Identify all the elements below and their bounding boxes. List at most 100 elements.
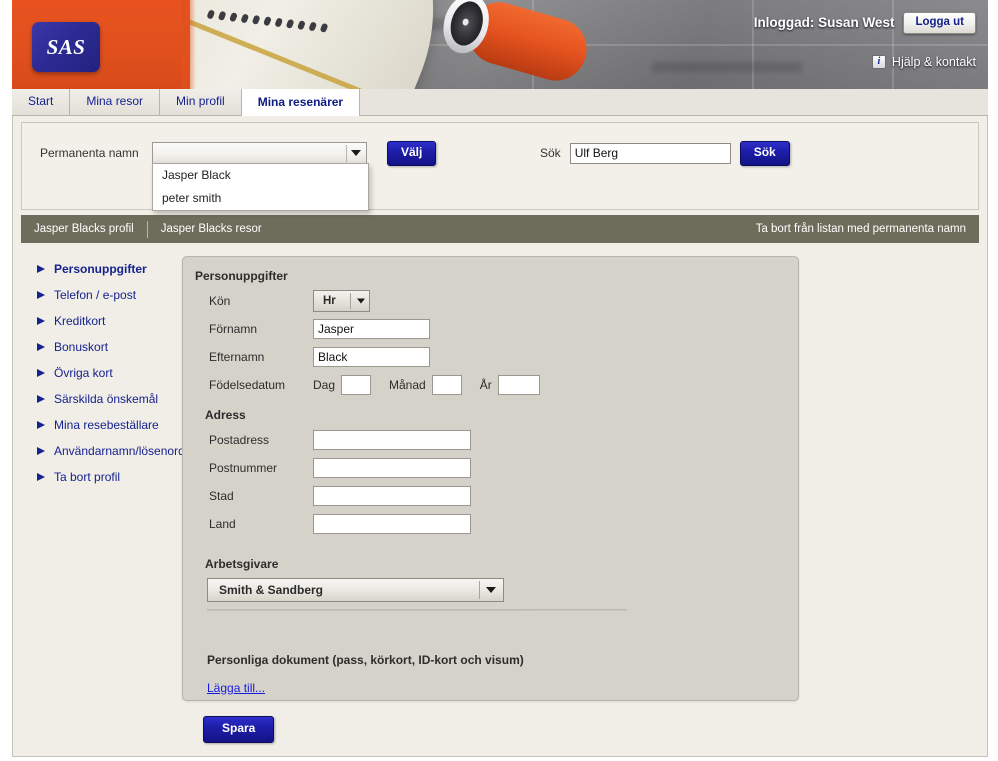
section-title-adress: Adress xyxy=(205,408,246,422)
permanent-names-label: Permanenta namn xyxy=(40,146,139,161)
arrow-right-icon xyxy=(37,395,45,403)
logout-button[interactable]: Logga ut xyxy=(903,12,976,34)
permanent-names-select[interactable] xyxy=(152,141,367,165)
dob-year-label: År xyxy=(479,378,492,392)
header-banner: SAS Inloggad: Susan West Logga ut i Hjäl… xyxy=(12,0,988,89)
dropdown-option-jasper-black[interactable]: Jasper Black xyxy=(153,164,368,187)
firstname-label: Förnamn xyxy=(209,322,258,336)
field-row-street: Postadress xyxy=(209,429,798,451)
chevron-down-icon xyxy=(486,587,496,593)
sidebar-item-label: Personuppgifter xyxy=(54,262,147,276)
lastname-input[interactable] xyxy=(313,347,430,367)
sidebar-item-label: Användarnamn/lösenord xyxy=(54,444,185,458)
sidebar-item-bonuskort[interactable]: Bonuskort xyxy=(25,334,185,360)
gender-value: Hr xyxy=(323,295,336,307)
help-contact-link[interactable]: i Hjälp & kontakt xyxy=(871,55,976,69)
dob-day-label: Dag xyxy=(313,378,336,392)
sidebar-item-anvandarnamn-losenord[interactable]: Användarnamn/lösenord xyxy=(25,438,185,464)
sidebar-item-kreditkort[interactable]: Kreditkort xyxy=(25,308,185,334)
arrow-right-icon xyxy=(37,265,45,273)
gender-select[interactable]: Hr xyxy=(313,290,370,312)
info-icon: i xyxy=(871,55,886,69)
sidebar-item-label: Mina resebeställare xyxy=(54,418,159,432)
field-row-lastname: Efternamn xyxy=(209,346,798,368)
permanent-names-dropdown[interactable]: Jasper Black peter smith xyxy=(152,163,369,211)
firstname-input[interactable] xyxy=(313,319,430,339)
field-row-firstname: Förnamn xyxy=(209,318,798,340)
employer-select[interactable]: Smith & Sandberg xyxy=(207,578,504,602)
remove-from-permanent-list-link[interactable]: Ta bort från listan med permanenta namn xyxy=(756,223,979,235)
country-input[interactable] xyxy=(313,514,471,534)
combo-separator xyxy=(350,293,351,309)
employer-value: Smith & Sandberg xyxy=(219,583,324,597)
field-row-country: Land xyxy=(209,513,798,535)
sidebar-item-label: Övriga kort xyxy=(54,366,113,380)
dob-month-label: Månad xyxy=(389,378,426,392)
logged-in-label: Inloggad: Susan West xyxy=(753,15,895,31)
dob-day-input[interactable] xyxy=(341,375,372,395)
lastname-label: Efternamn xyxy=(209,350,265,364)
tab-mina-resenarer[interactable]: Mina resenärer xyxy=(241,89,361,116)
profile-sidebar: Personuppgifter Telefon / e-post Kreditk… xyxy=(25,256,185,490)
sas-logo-text: SAS xyxy=(46,34,86,59)
page-body: Permanenta namn Välj Jasper Black peter … xyxy=(12,116,988,757)
profile-bar-item-resor[interactable]: Jasper Blacks resor xyxy=(148,215,275,243)
combo-separator xyxy=(479,581,480,599)
search-block: Sök Sök xyxy=(540,141,790,166)
section-title-personuppgifter: Personuppgifter xyxy=(195,269,288,283)
field-row-zip: Postnummer xyxy=(209,457,798,479)
sidebar-item-personuppgifter[interactable]: Personuppgifter xyxy=(25,256,185,282)
sidebar-item-label: Bonuskort xyxy=(54,340,109,354)
search-button[interactable]: Sök xyxy=(739,141,790,166)
section-divider xyxy=(207,609,627,611)
choose-button[interactable]: Välj xyxy=(387,141,437,166)
save-button[interactable]: Spara xyxy=(203,716,275,743)
traveller-selector-panel: Permanenta namn Välj Jasper Black peter … xyxy=(21,122,979,211)
sidebar-item-ta-bort-profil[interactable]: Ta bort profil xyxy=(25,464,185,490)
dob-year-input[interactable] xyxy=(497,375,540,395)
sidebar-item-sarskilda-onskemal[interactable]: Särskilda önskemål xyxy=(25,386,185,412)
street-input[interactable] xyxy=(313,430,471,450)
street-label: Postadress xyxy=(209,433,270,447)
gender-label: Kön xyxy=(209,294,231,308)
field-row-dob: Födelsedatum Dag Månad År xyxy=(209,374,798,396)
country-label: Land xyxy=(209,517,236,531)
add-document-link[interactable]: Lägga till... xyxy=(207,681,265,695)
dropdown-option-peter-smith[interactable]: peter smith xyxy=(153,187,368,210)
search-input[interactable] xyxy=(569,142,731,164)
combo-separator xyxy=(346,144,347,162)
sidebar-item-label: Ta bort profil xyxy=(54,470,121,484)
sas-logo[interactable]: SAS xyxy=(32,22,100,72)
profile-action-bar: Jasper Blacks profil Jasper Blacks resor… xyxy=(21,215,979,243)
zip-input[interactable] xyxy=(313,458,471,478)
search-label: Sök xyxy=(540,146,561,161)
chevron-down-icon xyxy=(357,298,365,304)
dob-month-input[interactable] xyxy=(431,375,462,395)
arrow-right-icon xyxy=(37,317,45,325)
tab-start[interactable]: Start xyxy=(12,89,71,115)
documents-section-title: Personliga dokument (pass, körkort, ID-k… xyxy=(207,653,524,667)
arrow-right-icon xyxy=(37,369,45,377)
page-root: SAS Inloggad: Susan West Logga ut i Hjäl… xyxy=(0,0,998,761)
sidebar-item-label: Telefon / e-post xyxy=(54,288,137,302)
zip-label: Postnummer xyxy=(209,461,278,475)
arrow-right-icon xyxy=(37,421,45,429)
personal-details-panel: Personuppgifter Kön Hr Förnamn Efternamn… xyxy=(182,256,799,701)
arrow-right-icon xyxy=(37,291,45,299)
sidebar-item-telefon-epost[interactable]: Telefon / e-post xyxy=(25,282,185,308)
help-contact-label: Hjälp & kontakt xyxy=(891,55,976,69)
field-row-city: Stad xyxy=(209,485,798,507)
arrow-right-icon xyxy=(37,343,45,351)
sidebar-item-label: Särskilda önskemål xyxy=(54,392,159,406)
city-label: Stad xyxy=(209,489,234,503)
sidebar-item-label: Kreditkort xyxy=(54,314,106,328)
profile-bar-item-profil[interactable]: Jasper Blacks profil xyxy=(21,215,147,243)
sidebar-item-mina-resebestallare[interactable]: Mina resebeställare xyxy=(25,412,185,438)
tab-mina-resor[interactable]: Mina resor xyxy=(70,89,161,115)
main-tab-bar: Start Mina resor Min profil Mina resenär… xyxy=(12,89,988,116)
tab-min-profil[interactable]: Min profil xyxy=(160,89,242,115)
sidebar-item-ovriga-kort[interactable]: Övriga kort xyxy=(25,360,185,386)
city-input[interactable] xyxy=(313,486,471,506)
chevron-down-icon xyxy=(351,150,361,157)
dob-label: Födelsedatum xyxy=(209,378,286,392)
